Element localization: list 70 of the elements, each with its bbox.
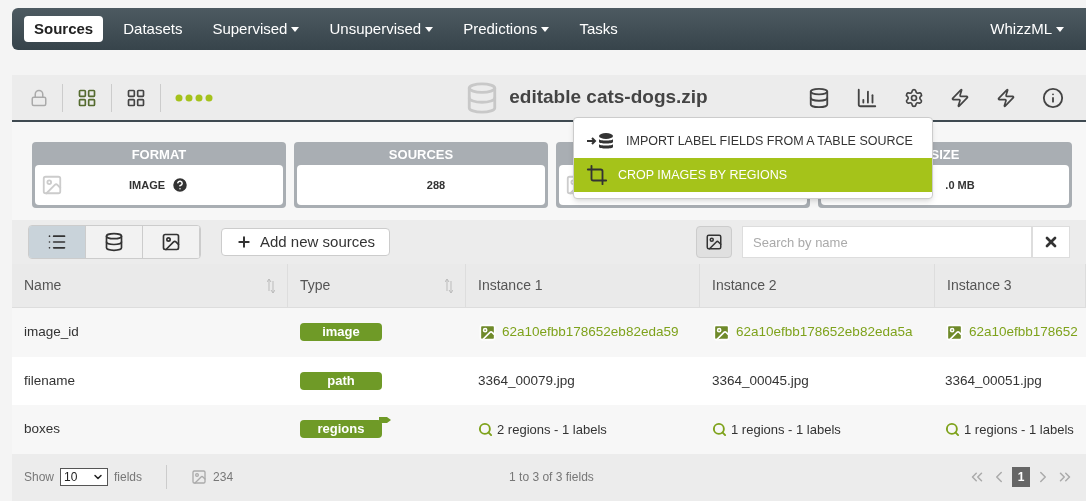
column-header[interactable]: Instance 3	[935, 264, 1086, 307]
menu-item[interactable]: IMPORT LABEL FIELDS FROM A TABLE SOURCE	[574, 124, 932, 158]
help-icon[interactable]	[171, 176, 190, 194]
database-icon	[104, 232, 124, 252]
view-button[interactable]	[143, 226, 200, 258]
user-menu[interactable]: WhizzML	[990, 17, 1064, 41]
card-header: FORMAT	[130, 146, 188, 164]
table-cell-text: image_id	[24, 323, 79, 342]
nav-tab[interactable]: Datasets	[113, 16, 193, 42]
import-database-icon	[586, 132, 616, 150]
page-button[interactable]: 1	[1012, 467, 1030, 487]
nav-tab[interactable]: Sources	[24, 16, 104, 42]
settings-icon[interactable]	[904, 87, 924, 108]
page-size-select[interactable]: 10	[60, 468, 109, 486]
fields-label: fields	[114, 469, 143, 486]
lightning-icon[interactable]	[950, 87, 970, 108]
view-button[interactable]	[86, 226, 143, 258]
image-icon	[945, 322, 964, 342]
card-value: IMAGE	[128, 177, 166, 193]
card-value: 288	[426, 177, 446, 193]
info-icon[interactable]	[1042, 86, 1064, 109]
card-value: .0 MB	[945, 177, 975, 193]
clear-search-button[interactable]	[1032, 226, 1070, 258]
type-badge: path	[300, 371, 382, 390]
regions-link[interactable]: 1 regions - 1 labels	[712, 419, 841, 439]
nav-tab[interactable]: Tasks	[569, 16, 628, 42]
list-icon	[47, 232, 67, 252]
table-cell-text: 3364_00051.jpg	[945, 371, 1042, 390]
grid-icon[interactable]	[77, 87, 97, 108]
column-header[interactable]: Name	[12, 264, 288, 307]
search-icon	[478, 421, 493, 437]
edit-grid-icon[interactable]	[126, 87, 146, 108]
image-icon	[705, 233, 723, 251]
regions-link[interactable]: 2 regions - 1 labels	[478, 419, 607, 439]
close-icon	[1043, 234, 1059, 250]
dataset-icon[interactable]	[808, 86, 830, 109]
table-cell-text: 3364_00045.jpg	[712, 371, 809, 390]
tag-icon	[379, 415, 391, 423]
table-cell-text: 3364_00079.jpg	[478, 371, 575, 390]
image-list-icon	[191, 469, 208, 485]
column-header[interactable]: Type	[288, 264, 466, 307]
column-header[interactable]: Instance 2	[700, 264, 935, 307]
table-cell-text: filename	[24, 371, 76, 390]
source-title: editable cats-dogs.zip	[509, 85, 708, 110]
plus-icon	[236, 234, 252, 250]
search-field[interactable]: Search by name	[742, 226, 1032, 258]
image-icon	[712, 322, 731, 342]
nav-tab[interactable]: Predictions	[453, 16, 560, 42]
image-list-button[interactable]	[696, 226, 732, 258]
regions-link[interactable]: 1 regions - 1 labels	[945, 419, 1074, 439]
range-text: 1 to 3 of 3 fields	[509, 469, 594, 486]
type-badge: image	[300, 323, 382, 342]
image-icon	[41, 174, 63, 196]
chart-icon[interactable]	[856, 86, 878, 109]
search-icon	[945, 421, 960, 437]
dots-icon	[175, 93, 215, 102]
column-header[interactable]: Instance 1	[466, 264, 700, 307]
add-sources-button[interactable]: Add new sources	[221, 228, 391, 256]
nav-tab[interactable]: Supervised	[202, 16, 310, 42]
nav-tab[interactable]: Unsupervised	[319, 16, 444, 42]
image-icon	[161, 232, 181, 252]
type-badge: regions	[300, 420, 382, 439]
show-label: Show	[24, 469, 55, 486]
image-icon	[478, 322, 497, 342]
search-icon	[712, 421, 727, 437]
image-count: 234	[213, 469, 234, 486]
crop-icon	[586, 164, 608, 186]
caret-icon	[1056, 26, 1064, 32]
table-cell-text: boxes	[24, 420, 61, 439]
card-header: SOURCES	[387, 146, 455, 164]
